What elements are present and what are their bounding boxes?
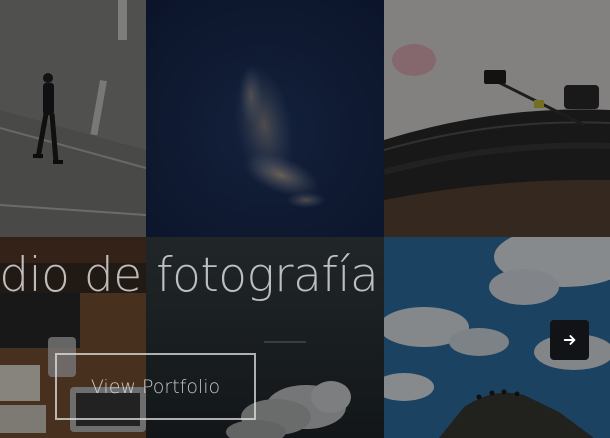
night-sky-photo bbox=[146, 0, 384, 237]
street-photo bbox=[0, 0, 146, 237]
arrow-right-icon bbox=[563, 333, 577, 347]
hero-headline: udio de fotografía bbox=[0, 248, 379, 303]
view-portfolio-button[interactable]: View Portfolio bbox=[55, 353, 256, 420]
slider-next-button[interactable] bbox=[550, 320, 589, 360]
hero-slider: udio de fotografía View Portfolio bbox=[0, 0, 610, 438]
turntable-photo bbox=[384, 0, 610, 237]
